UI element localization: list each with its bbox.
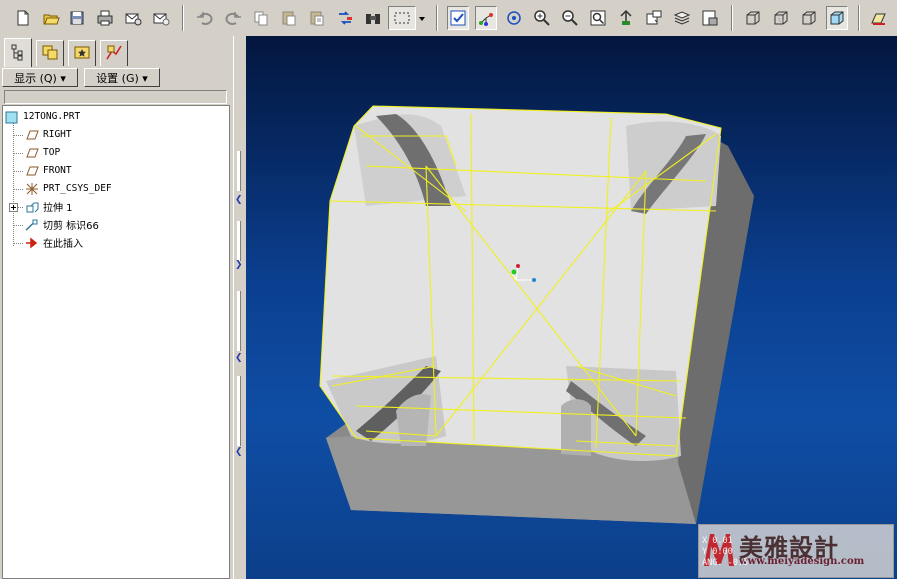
shading-icon[interactable]: [826, 6, 848, 30]
part-icon: [5, 110, 19, 124]
watermark-url: www.meiyadesign.com: [739, 556, 865, 567]
tree-item-front[interactable]: FRONT: [25, 162, 72, 179]
paste-icon[interactable]: [278, 6, 300, 30]
main-toolbar: [0, 0, 897, 37]
collapse-left-icon[interactable]: ❮: [235, 196, 243, 205]
tree-item-cut[interactable]: 切剪 标识66: [25, 216, 99, 233]
tree-filter-field[interactable]: [4, 90, 227, 104]
tree-item-insert-here[interactable]: 在此插入: [25, 234, 83, 251]
navigator-menubar: 显示 (Q) ▾ 设置 (G) ▾: [0, 67, 233, 89]
panel-splitter[interactable]: ❮ ❯ ❮ ❮: [233, 36, 246, 579]
tree-item-csys[interactable]: PRT_CSYS_DEF: [25, 180, 112, 197]
navigator-panel: 显示 (Q) ▾ 设置 (G) ▾ 12TONG.PRT RIGHT TOP F…: [0, 36, 233, 579]
sketch-plane-icon[interactable]: [867, 6, 889, 30]
insert-arrow-icon: [25, 236, 39, 250]
splitter-grip[interactable]: [237, 221, 241, 261]
datum-plane-icon: [25, 128, 39, 142]
expand-right-icon[interactable]: ❯: [235, 261, 243, 270]
orient-mode-icon[interactable]: [503, 6, 525, 30]
tree-connector: [13, 243, 23, 244]
wireframe-icon[interactable]: [742, 6, 764, 30]
tree-connector: [13, 153, 23, 154]
email-attach-icon[interactable]: [150, 6, 172, 30]
settings-menu-button[interactable]: 设置 (G) ▾: [84, 68, 160, 87]
coord-line: Y 0.00: [702, 547, 733, 557]
redo-icon[interactable]: [222, 6, 244, 30]
saved-views-icon[interactable]: [643, 6, 665, 30]
tab-model-tree[interactable]: [4, 38, 32, 67]
datum-plane-icon: [25, 164, 39, 178]
csys-icon: [25, 182, 39, 196]
boss-cylinder: [561, 399, 591, 456]
toolbar-separator: [436, 5, 438, 31]
navigator-tabs: [0, 36, 233, 67]
selection-box-icon[interactable]: [388, 6, 416, 30]
repaint-icon[interactable]: [447, 6, 469, 30]
print-icon[interactable]: [94, 6, 116, 30]
layers-icon[interactable]: [671, 6, 693, 30]
toolbar-separator: [731, 5, 733, 31]
tab-connections[interactable]: [100, 40, 128, 66]
connections-icon: [105, 43, 123, 64]
collapse-left-icon[interactable]: ❮: [235, 448, 243, 457]
model-setup-icon[interactable]: [699, 6, 721, 30]
cut-icon: [25, 218, 39, 232]
refit-icon[interactable]: [587, 6, 609, 30]
tree-item-label: TOP: [43, 147, 61, 158]
tree-item-extrude[interactable]: 拉伸 1: [25, 198, 73, 215]
tree-item-label: 切剪 标识66: [43, 221, 99, 232]
favorites-icon: [73, 43, 91, 64]
tree-connector: [13, 189, 23, 190]
model-render[interactable]: [246, 36, 897, 579]
tree-connector: [13, 171, 23, 172]
tab-layers[interactable]: [36, 40, 64, 66]
splitter-grip[interactable]: [237, 376, 241, 446]
tree-item-label: 在此插入: [43, 239, 83, 250]
datum-plane-icon: [25, 146, 39, 160]
tree-item-label: 拉伸 1: [43, 203, 73, 214]
model-tree: 12TONG.PRT RIGHT TOP FRONT PRT_CSYS_DEF …: [2, 105, 230, 579]
tree-item-right[interactable]: RIGHT: [25, 126, 72, 143]
tree-root[interactable]: 12TONG.PRT: [5, 108, 80, 125]
coord-line: X 0.01: [702, 536, 733, 546]
expand-toggle[interactable]: [9, 203, 18, 212]
tab-favorites[interactable]: [68, 40, 96, 66]
splitter-grip[interactable]: [237, 291, 241, 351]
hidden-line-icon[interactable]: [770, 6, 792, 30]
view-orient-icon[interactable]: [615, 6, 637, 30]
tree-connector: [13, 121, 14, 246]
tree-root-label: 12TONG.PRT: [23, 111, 81, 122]
tree-item-label: RIGHT: [43, 129, 72, 140]
coordinate-readout: X 0.01 Y 0.00 ANG. -0.5: [702, 536, 748, 569]
regenerate-icon[interactable]: [334, 6, 356, 30]
new-file-icon[interactable]: [12, 6, 34, 30]
paste-special-icon[interactable]: [306, 6, 328, 30]
selection-dropdown-icon[interactable]: [416, 6, 428, 30]
zoom-out-icon[interactable]: [559, 6, 581, 30]
folder-browser-icon: [41, 43, 59, 64]
no-hidden-icon[interactable]: [798, 6, 820, 30]
graphics-window[interactable]: 美雅設計 www.meiyadesign.com X 0.01 Y 0.00 A…: [246, 36, 897, 579]
copy-icon[interactable]: [250, 6, 272, 30]
collapse-left-icon[interactable]: ❮: [235, 354, 243, 363]
zoom-in-icon[interactable]: [531, 6, 553, 30]
tree-connector: [13, 135, 23, 136]
undo-icon[interactable]: [194, 6, 216, 30]
show-menu-button[interactable]: 显示 (Q) ▾: [2, 68, 78, 87]
extrude-icon: [25, 200, 39, 214]
save-icon[interactable]: [66, 6, 88, 30]
tree-item-label: PRT_CSYS_DEF: [43, 183, 112, 194]
toolbar-separator: [182, 5, 184, 31]
open-folder-icon[interactable]: [40, 6, 62, 30]
splitter-grip[interactable]: [237, 151, 241, 191]
find-binoculars-icon[interactable]: [362, 6, 384, 30]
tree-item-label: FRONT: [43, 165, 72, 176]
email-icon[interactable]: [122, 6, 144, 30]
toolbar-separator: [858, 5, 860, 31]
tree-item-top[interactable]: TOP: [25, 144, 60, 161]
spin-center-icon[interactable]: [475, 6, 497, 30]
model-tree-icon: [9, 43, 27, 64]
tree-connector: [13, 225, 23, 226]
coord-line: ANG. -0.5: [702, 558, 749, 568]
